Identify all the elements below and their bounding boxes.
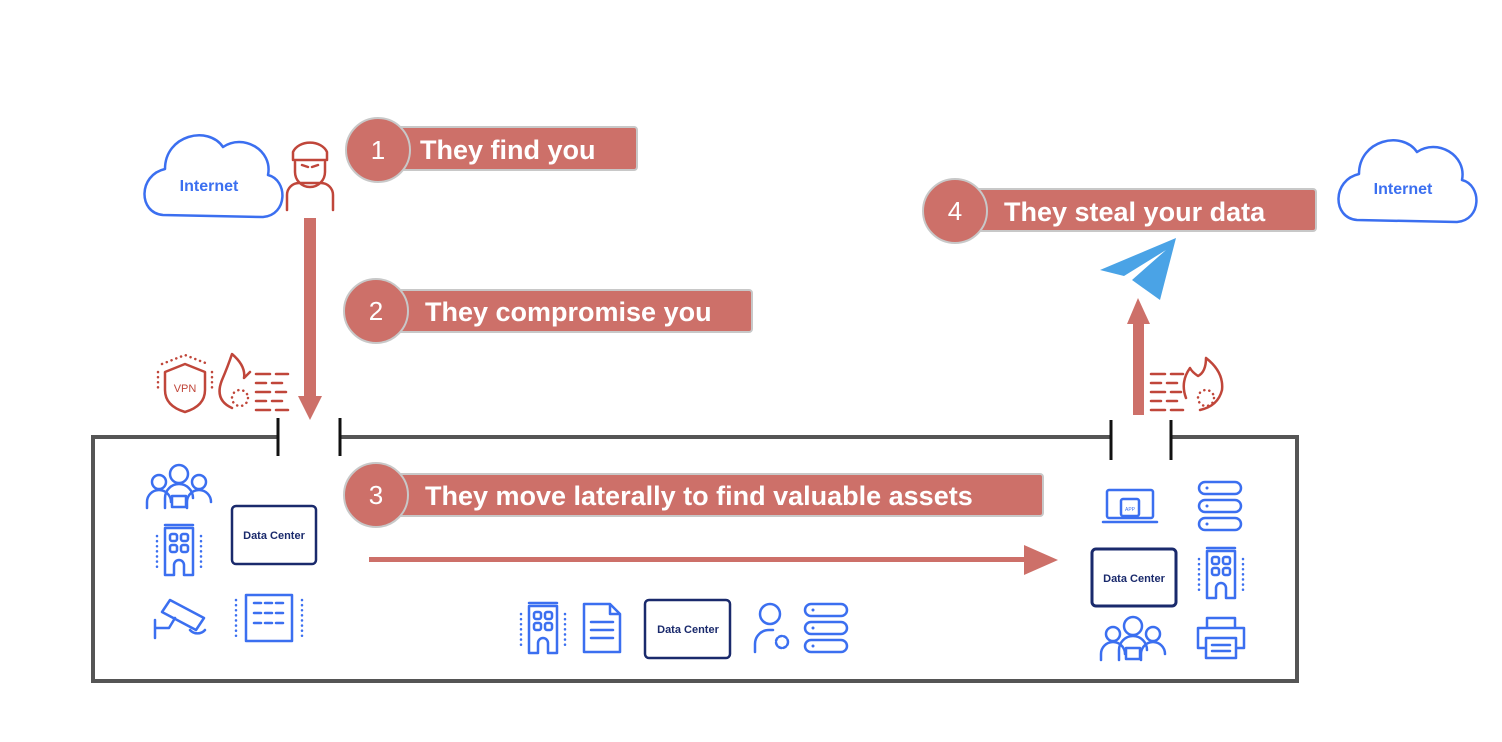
vpn-shield-icon: VPN [156, 353, 214, 414]
step-label: They steal your data [1004, 197, 1266, 227]
internet-cloud-left: Internet [143, 134, 284, 219]
document-icon [582, 602, 622, 654]
server-stack-icon [803, 602, 849, 654]
firewall-icon [1149, 356, 1224, 412]
data-center-left: Data Center [230, 504, 318, 566]
step-label: They compromise you [425, 297, 712, 327]
step-2-callout: 2 They compromise you [343, 278, 753, 344]
arrow-right-lateral [369, 545, 1058, 575]
step-4-callout: 4 They steal your data [922, 178, 1317, 244]
firewall-icon [218, 352, 290, 412]
step-number: 1 [371, 135, 385, 165]
large-office-building-icon [234, 593, 304, 643]
office-building-icon [155, 523, 203, 577]
internet-cloud-right: Internet [1337, 139, 1478, 224]
vpn-label: VPN [174, 383, 197, 395]
data-center-label: Data Center [243, 530, 305, 542]
arrow-down-compromise [298, 218, 322, 420]
step-3-callout: 3 They move laterally to find valuable a… [343, 462, 1044, 528]
cloud-label: Internet [1374, 181, 1433, 198]
step-1-callout: 1 They find you [345, 117, 638, 183]
printer-icon [1196, 616, 1246, 660]
step-number: 3 [369, 480, 383, 510]
attack-diagram: Internet Internet VPN Data Center Data C… [91, 117, 1478, 683]
step-number: 4 [948, 196, 962, 226]
security-camera-icon [153, 598, 207, 640]
telegram-paper-plane-icon [1100, 238, 1176, 300]
user-settings-icon [753, 602, 790, 654]
office-building-icon [1197, 546, 1245, 600]
data-center-label: Data Center [657, 624, 719, 636]
data-center-label: Data Center [1103, 573, 1165, 585]
office-building-icon [519, 601, 567, 655]
app-label: APP [1125, 507, 1136, 513]
users-group-icon [1099, 615, 1167, 662]
attacker-icon [285, 141, 335, 212]
cloud-label: Internet [180, 178, 239, 195]
step-number: 2 [369, 296, 383, 326]
arrow-up-exfil [1127, 298, 1150, 415]
step-label: They move laterally to find valuable ass… [425, 481, 973, 511]
data-center-middle: Data Center [643, 598, 732, 660]
step-label: They find you [420, 135, 596, 165]
data-center-right: Data Center [1090, 547, 1178, 608]
laptop-app-icon: APP [1101, 488, 1159, 524]
server-stack-icon [1197, 480, 1243, 532]
users-group-icon [145, 463, 213, 510]
